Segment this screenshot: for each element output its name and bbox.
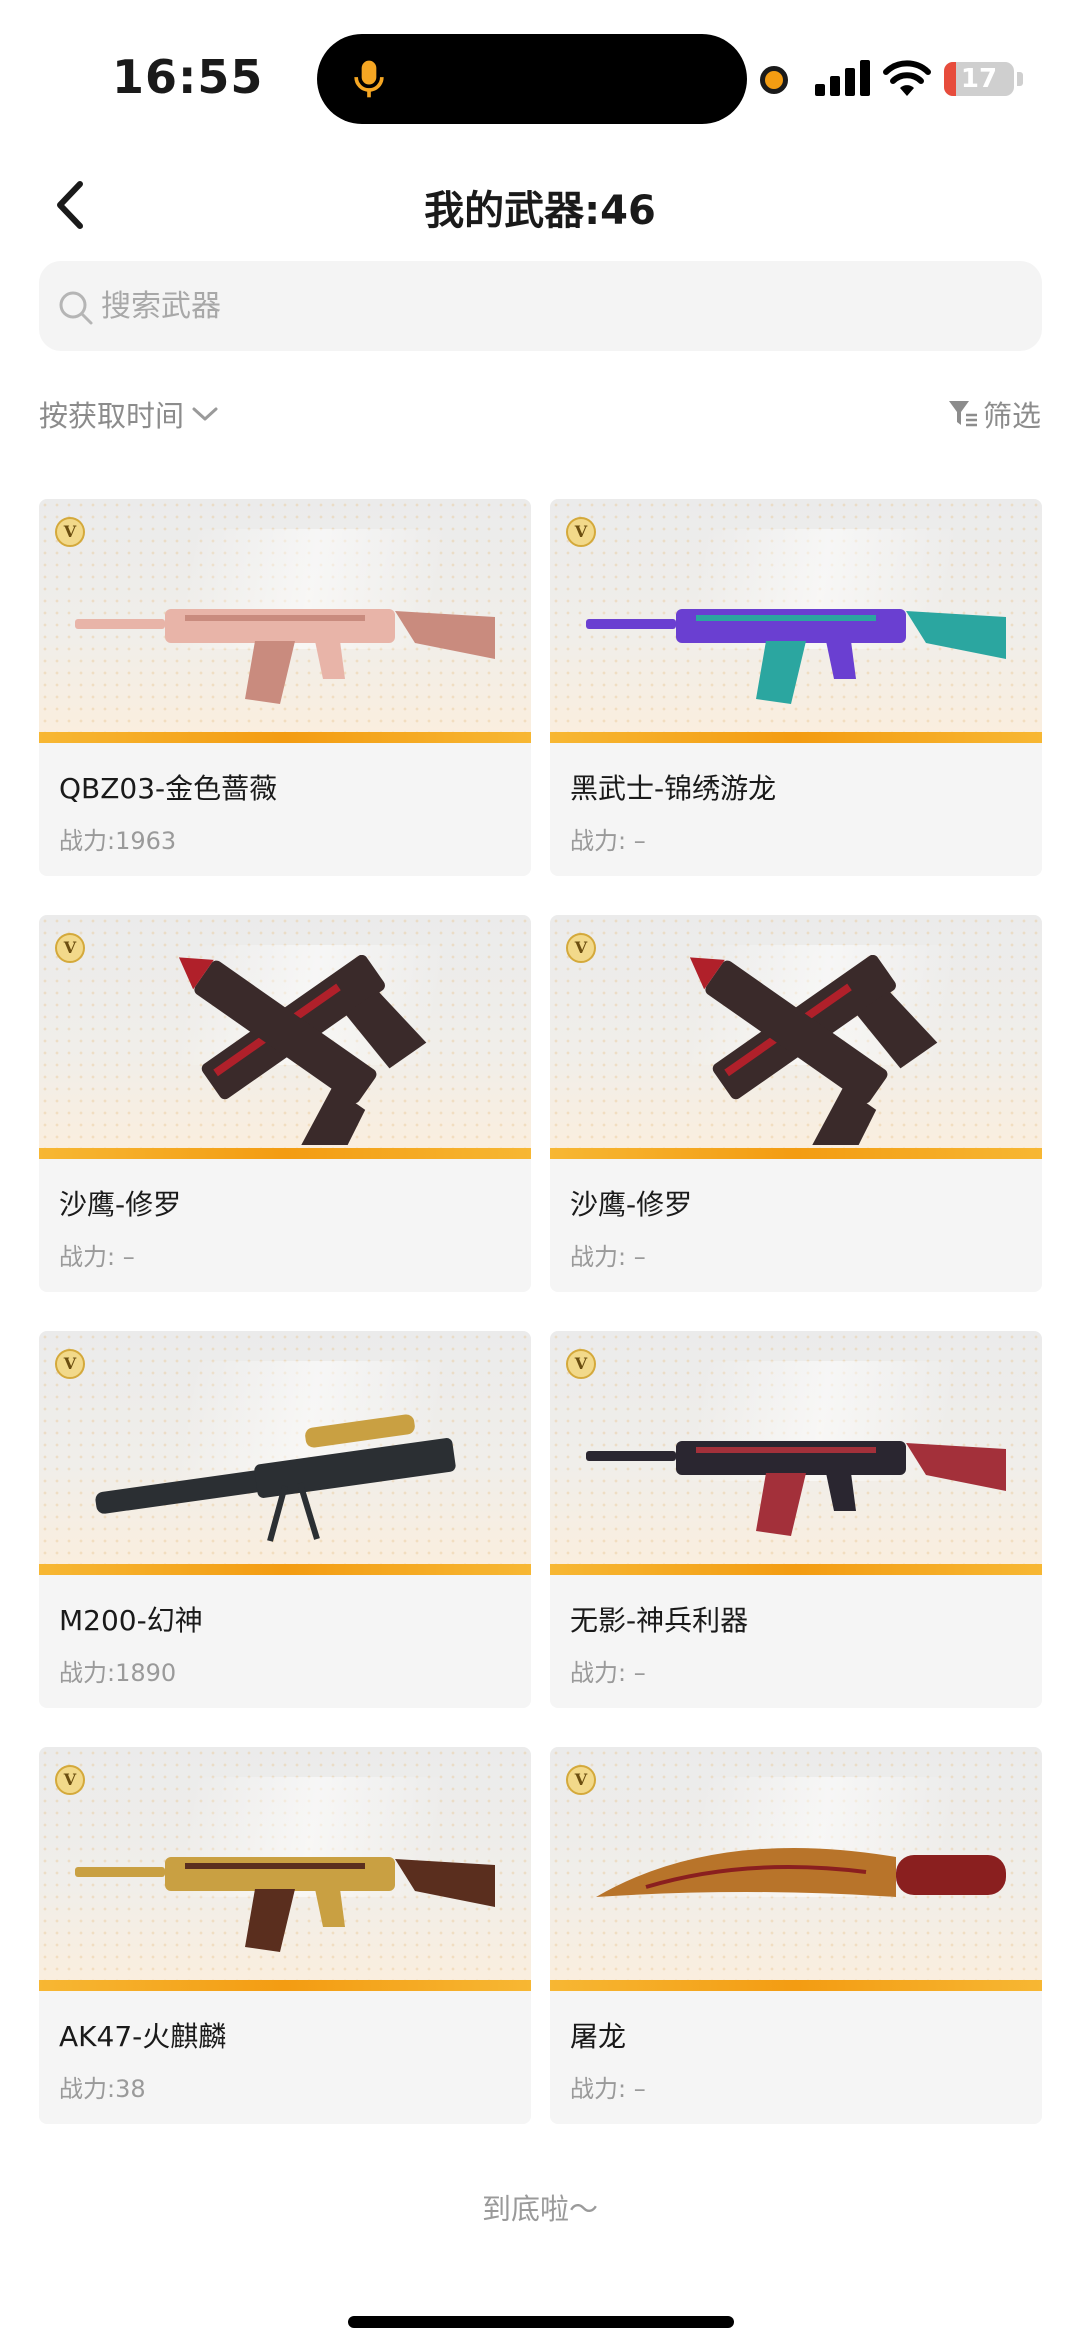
page-title: 我的武器:46: [424, 188, 656, 234]
recording-indicator: [760, 66, 788, 94]
v-badge-icon: V: [55, 1765, 85, 1795]
search-bar[interactable]: [39, 261, 1042, 351]
rarity-bar: [550, 1148, 1042, 1159]
pistol-icon: [178, 955, 427, 1145]
v-badge-icon: V: [55, 933, 85, 963]
weapon-name: AK47-火麒麟: [59, 2020, 227, 2053]
weapon-card[interactable]: V 无影-神兵利器 战力: –: [550, 1331, 1042, 1708]
rifle-icon: [586, 1441, 1006, 1536]
funnel-icon: [948, 401, 977, 427]
weapon-name: 无影-神兵利器: [570, 1604, 749, 1637]
wifi-icon: [883, 60, 931, 96]
weapon-card[interactable]: V 黑武士-锦绣游龙 战力: –: [550, 499, 1042, 876]
weapon-image-area: V: [39, 915, 531, 1159]
home-indicator[interactable]: [348, 2316, 734, 2328]
weapon-power: 战力: –: [570, 1659, 646, 1687]
weapon-card[interactable]: V QBZ03-金色蔷薇 战力:1963: [39, 499, 531, 876]
status-bar: 16:55 17: [0, 0, 1080, 150]
v-badge-icon: V: [566, 1765, 596, 1795]
v-badge-icon: V: [55, 517, 85, 547]
battery-tip: [1017, 72, 1023, 86]
sniper-rifle-icon: [95, 1414, 456, 1542]
rarity-bar: [39, 1148, 531, 1159]
v-badge-icon: V: [566, 1349, 596, 1379]
sort-label: 按获取时间: [39, 399, 185, 433]
weapon-image-area: V: [39, 1331, 531, 1575]
weapon-power: 战力: –: [570, 827, 646, 855]
rarity-bar: [550, 1564, 1042, 1575]
v-badge-icon: V: [566, 933, 596, 963]
weapon-card[interactable]: V AK47-火麒麟 战力:38: [39, 1747, 531, 2124]
chevron-down-icon: [192, 407, 218, 421]
search-input[interactable]: [101, 261, 1001, 351]
rifle-icon: [586, 609, 1006, 704]
weapon-name: 沙鹰-修罗: [570, 1188, 693, 1221]
pistol-icon: [689, 955, 938, 1145]
rarity-bar: [39, 1980, 531, 1991]
weapon-image-area: V: [550, 915, 1042, 1159]
weapon-name: M200-幻神: [59, 1604, 203, 1637]
end-of-list-text: 到底啦～: [481, 2192, 598, 2226]
weapon-power: 战力: –: [570, 1243, 646, 1271]
rarity-bar: [39, 732, 531, 743]
rarity-bar: [550, 1980, 1042, 1991]
dynamic-island: [317, 34, 747, 124]
filter-label: 筛选: [982, 399, 1041, 433]
rarity-bar: [39, 1564, 531, 1575]
weapon-power: 战力:1963: [59, 827, 177, 855]
weapon-power: 战力:38: [59, 2075, 146, 2103]
microphone-icon: [354, 60, 384, 98]
v-badge-icon: V: [55, 1349, 85, 1379]
weapon-image-area: V: [550, 1747, 1042, 1991]
weapon-card[interactable]: V M200-幻神 战力:1890: [39, 1331, 531, 1708]
filter-button[interactable]: 筛选: [947, 392, 1041, 436]
weapon-power: 战力: –: [59, 1243, 135, 1271]
weapon-name: 沙鹰-修罗: [59, 1188, 182, 1221]
search-icon: [59, 291, 93, 325]
rifle-icon: [75, 609, 495, 704]
knife-icon: [596, 1848, 1006, 1897]
weapon-card[interactable]: V 屠龙 战力: –: [550, 1747, 1042, 2124]
weapon-grid: V QBZ03-金色蔷薇 战力:1963 V 黑武士-锦绣游龙 战力: – V …: [39, 499, 1042, 2124]
status-time: 16:55: [112, 50, 264, 104]
rarity-bar: [550, 732, 1042, 743]
weapon-name: 黑武士-锦绣游龙: [570, 772, 777, 805]
sort-dropdown[interactable]: 按获取时间: [39, 392, 220, 436]
rifle-icon: [75, 1857, 495, 1952]
weapon-name: 屠龙: [570, 2020, 627, 2053]
weapon-image-area: V: [550, 499, 1042, 743]
weapon-image-area: V: [39, 1747, 531, 1991]
v-badge-icon: V: [566, 517, 596, 547]
weapon-image-area: V: [39, 499, 531, 743]
weapon-name: QBZ03-金色蔷薇: [59, 772, 278, 805]
weapon-card[interactable]: V 沙鹰-修罗 战力: –: [550, 915, 1042, 1292]
battery-level: 17: [960, 64, 998, 94]
weapon-image-area: V: [550, 1331, 1042, 1575]
weapon-power: 战力: –: [570, 2075, 646, 2103]
signal-icon: [815, 60, 870, 96]
battery-icon: 17: [944, 62, 1014, 96]
weapon-power: 战力:1890: [59, 1659, 177, 1687]
weapon-card[interactable]: V 沙鹰-修罗 战力: –: [39, 915, 531, 1292]
